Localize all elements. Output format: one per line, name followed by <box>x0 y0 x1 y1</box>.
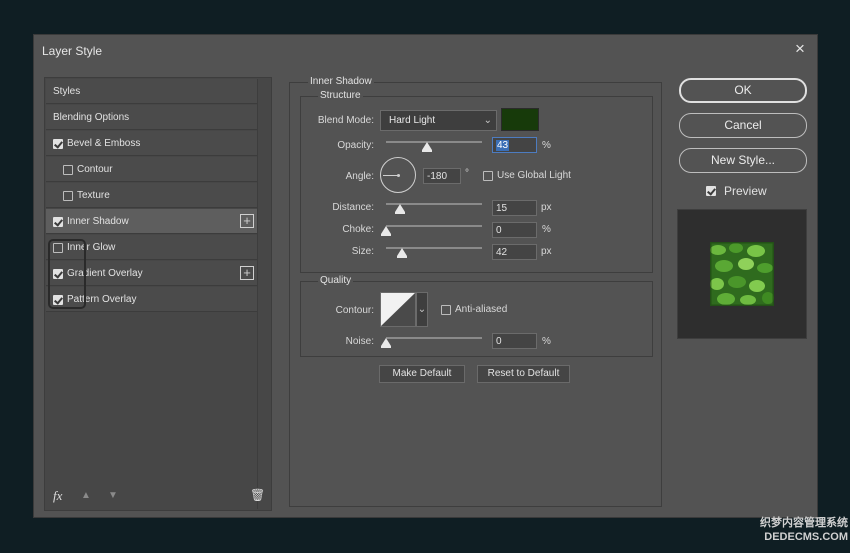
inner-shadow-title: Inner Shadow <box>308 76 374 87</box>
sidebar-item-label: Styles <box>53 86 81 97</box>
choke-value: 0 <box>496 225 502 236</box>
distance-label: Distance: <box>332 202 374 213</box>
dialog-title: Layer Style <box>42 44 103 58</box>
size-label: Size: <box>351 246 374 257</box>
size-unit: px <box>541 246 552 257</box>
fx-icon[interactable]: fx <box>53 488 62 504</box>
noise-slider-thumb[interactable] <box>381 338 391 348</box>
sidebar-item-label: Contour <box>77 164 113 175</box>
angle-field[interactable]: -180 <box>423 168 461 184</box>
make-default-button[interactable]: Make Default <box>379 365 465 383</box>
sidebar-item-inner-shadow[interactable]: Inner Shadow + <box>46 209 257 234</box>
noise-field[interactable]: 0 <box>492 333 537 349</box>
sidebar-item-label: Inner Shadow <box>67 216 129 227</box>
move-up-icon[interactable]: ▲ <box>81 490 91 501</box>
sidebar-item-label: Blending Options <box>53 112 130 123</box>
distance-slider-thumb[interactable] <box>395 204 406 214</box>
choke-slider-thumb[interactable] <box>381 226 391 236</box>
inner-shadow-checkbox[interactable] <box>53 217 63 227</box>
blend-mode-label: Blend Mode: <box>317 115 374 126</box>
choke-slider[interactable] <box>386 225 482 227</box>
choke-unit: % <box>542 224 551 235</box>
watermark-line-1: 织梦内容管理系统 <box>760 517 848 529</box>
opacity-unit: % <box>542 140 551 151</box>
style-preview <box>677 209 807 339</box>
blend-mode-value: Hard Light <box>389 115 436 126</box>
size-value: 42 <box>496 247 508 258</box>
sidebar-item-bevel-emboss[interactable]: Bevel & Emboss <box>46 131 257 156</box>
texture-checkbox[interactable] <box>63 191 73 201</box>
use-global-light-label: Use Global Light <box>497 170 571 181</box>
anti-aliased-label: Anti-aliased <box>455 304 508 315</box>
styles-list: Styles Blending Options Bevel & Emboss C… <box>44 77 272 511</box>
size-slider-thumb[interactable] <box>397 248 408 258</box>
sidebar-scrollbar[interactable] <box>257 79 270 509</box>
layer-style-dialog: Layer Style × Styles Blending Options Be… <box>33 34 818 518</box>
opacity-slider-thumb[interactable] <box>422 142 433 152</box>
new-style-button[interactable]: New Style... <box>679 148 807 173</box>
move-down-icon[interactable]: ▼ <box>108 490 118 501</box>
sidebar-item-blending-options[interactable]: Blending Options <box>46 105 257 130</box>
opacity-field[interactable]: 43 <box>492 137 537 153</box>
degree-symbol: ° <box>465 168 469 179</box>
preview-checkbox[interactable] <box>706 186 716 196</box>
noise-label: Noise: <box>345 336 374 347</box>
trash-icon[interactable]: 🗑 <box>250 488 265 502</box>
sidebar-item-label: Texture <box>77 190 110 201</box>
use-global-light-checkbox[interactable] <box>483 171 493 181</box>
sidebar-item-styles[interactable]: Styles <box>46 79 257 104</box>
cancel-button[interactable]: Cancel <box>679 113 807 138</box>
add-inner-shadow-button[interactable]: + <box>240 214 254 228</box>
opacity-value: 43 <box>496 140 510 151</box>
watermark-line-2: DEDECMS.COM <box>764 531 848 543</box>
sidebar-item-texture[interactable]: Texture <box>46 183 257 208</box>
angle-label: Angle: <box>345 171 374 182</box>
structure-title: Structure <box>318 90 363 101</box>
sidebar-item-label: Bevel & Emboss <box>67 138 141 149</box>
chevron-down-icon: ⌄ <box>483 115 492 126</box>
distance-field[interactable]: 15 <box>492 200 537 216</box>
choke-label: Choke: <box>342 224 374 235</box>
quality-title: Quality <box>318 275 354 286</box>
distance-value: 15 <box>496 203 508 214</box>
preview-label: Preview <box>724 184 767 198</box>
shadow-color-swatch[interactable] <box>501 108 539 131</box>
watermark: 织梦内容管理系统 DEDECMS.COM <box>740 516 848 544</box>
noise-unit: % <box>542 336 551 347</box>
noise-value: 0 <box>496 336 502 347</box>
contour-picker[interactable] <box>380 292 416 327</box>
ok-button[interactable]: OK <box>679 78 807 103</box>
opacity-slider[interactable] <box>386 141 482 143</box>
opacity-label: Opacity: <box>337 140 374 151</box>
contour-label: Contour: <box>335 305 374 316</box>
contour-dropdown-button[interactable]: ⌄ <box>416 292 428 327</box>
choke-field[interactable]: 0 <box>492 222 537 238</box>
angle-dial[interactable] <box>380 157 416 193</box>
noise-slider[interactable] <box>386 337 482 339</box>
close-icon[interactable]: × <box>791 40 809 58</box>
distance-unit: px <box>541 202 552 213</box>
angle-dial-center <box>397 174 400 177</box>
anti-aliased-checkbox[interactable] <box>441 305 451 315</box>
sidebar-item-contour[interactable]: Contour <box>46 157 257 182</box>
title-bar: Layer Style × <box>34 35 817 65</box>
highlight-callout <box>48 239 86 309</box>
contour-checkbox[interactable] <box>63 165 73 175</box>
angle-value: -180 <box>427 171 448 182</box>
preview-thumbnail <box>710 242 774 306</box>
reset-to-default-button[interactable]: Reset to Default <box>477 365 570 383</box>
size-field[interactable]: 42 <box>492 244 537 260</box>
blend-mode-select[interactable]: Hard Light ⌄ <box>380 110 497 131</box>
add-gradient-overlay-button[interactable]: + <box>240 266 254 280</box>
linear-contour-icon <box>381 293 415 326</box>
bevel-emboss-checkbox[interactable] <box>53 139 63 149</box>
